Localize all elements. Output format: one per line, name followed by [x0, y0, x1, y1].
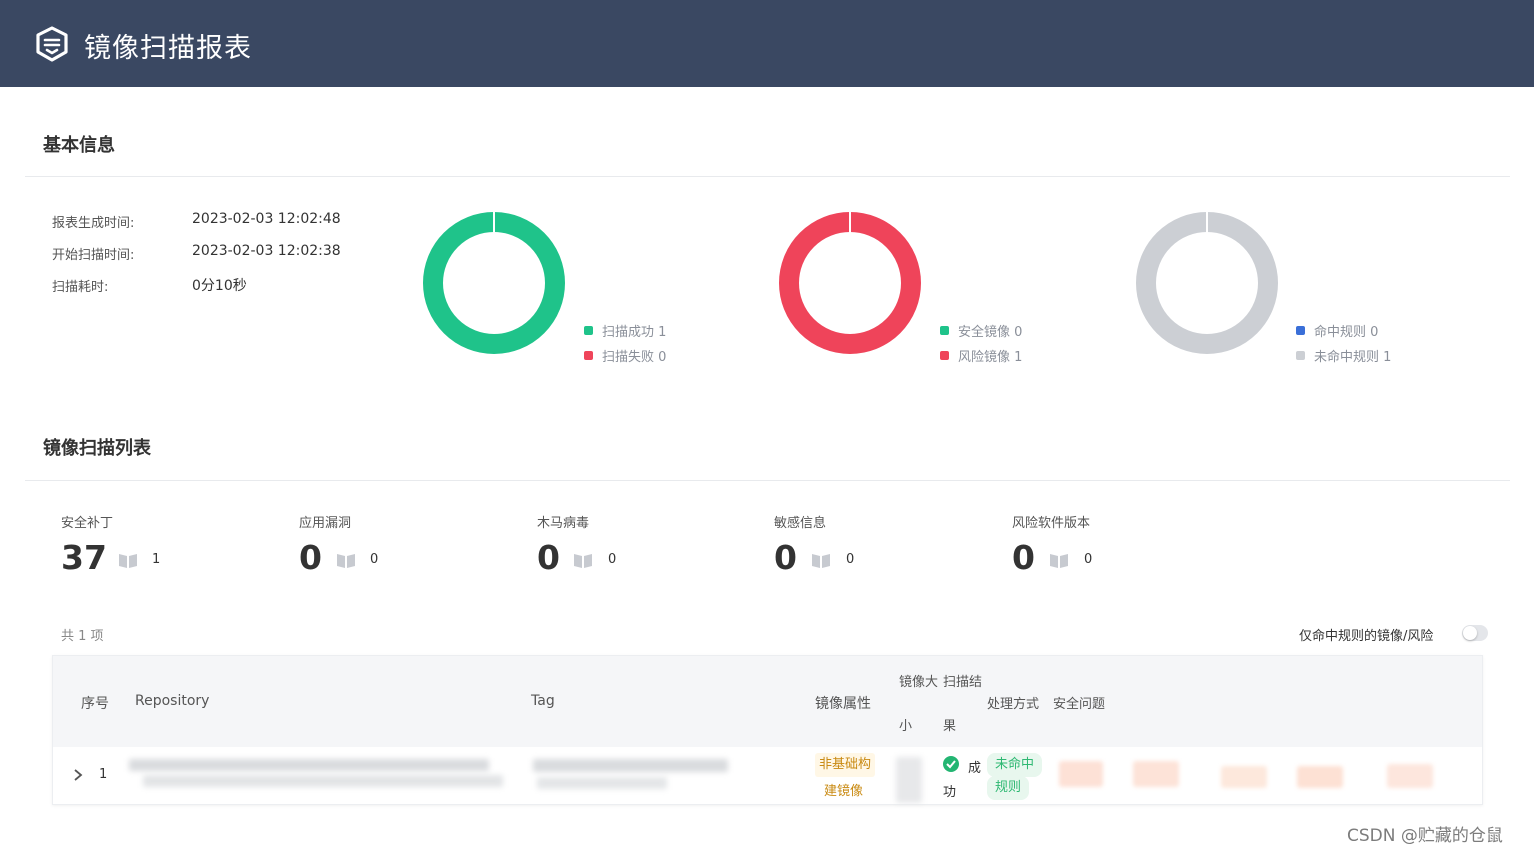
col-issues[interactable]: 安全问题	[1053, 693, 1105, 712]
redacted-issue-icon[interactable]	[1133, 761, 1179, 787]
col-index[interactable]: 序号	[81, 693, 109, 713]
stat-label-sensitive: 敏感信息	[774, 516, 827, 531]
legend-rule-miss[interactable]: 未命中规则 1	[1296, 346, 1391, 365]
col-size-line1[interactable]: 镜像大	[899, 671, 938, 690]
scan-duration-value: 0分10秒	[192, 278, 247, 294]
book-icon	[1050, 554, 1068, 568]
book-icon	[574, 554, 592, 568]
redacted-tag	[533, 759, 728, 772]
col-repository[interactable]: Repository	[135, 693, 209, 709]
legend-dot-green	[584, 326, 593, 335]
scan-start-value: 2023-02-03 12:02:38	[192, 243, 341, 259]
image-safety-donut[interactable]	[778, 211, 922, 355]
stat-sub-trojan: 0	[608, 552, 617, 567]
redacted-issue-icon[interactable]	[1221, 766, 1267, 788]
legend-rule-hit[interactable]: 命中规则 0	[1296, 321, 1378, 340]
stat-value-vuln: 0	[299, 538, 322, 577]
legend-dot-green	[940, 326, 949, 335]
scan-status-donut[interactable]	[422, 211, 566, 355]
table-header: 序号 Repository Tag 镜像属性 镜像大 小 扫描结 果 处理方式 …	[53, 656, 1482, 747]
col-result-line2[interactable]: 果	[943, 715, 956, 734]
section-divider	[25, 480, 1510, 481]
stat-sub-patch: 1	[152, 552, 161, 567]
legend-scan-success[interactable]: 扫描成功 1	[584, 321, 666, 340]
scan-list-title: 镜像扫描列表	[43, 438, 151, 459]
handling-badge-line2: 规则	[987, 776, 1030, 800]
scan-duration-label: 扫描耗时:	[52, 280, 109, 295]
image-safety-ring	[779, 212, 921, 354]
report-time-label: 报表生成时间:	[52, 216, 135, 231]
handling-badge-line1: 未命中	[987, 753, 1043, 777]
scan-start-label: 开始扫描时间:	[52, 248, 135, 263]
legend-risk-image[interactable]: 风险镜像 1	[940, 346, 1022, 365]
redacted-issue-icon[interactable]	[1387, 764, 1433, 788]
legend-dot-gray	[1296, 351, 1305, 360]
stat-sub-vuln: 0	[370, 552, 379, 567]
legend-dot-red	[940, 351, 949, 360]
stat-label-vuln: 应用漏洞	[299, 516, 352, 531]
stat-label-risky-software: 风险软件版本	[1012, 516, 1091, 531]
redacted-issue-icon[interactable]	[1297, 766, 1343, 788]
stat-value-patch: 37	[61, 538, 107, 577]
redacted-tag	[537, 777, 667, 789]
rule-hit-donut[interactable]	[1135, 211, 1279, 355]
shield-logo-icon	[36, 26, 68, 62]
redacted-size	[896, 757, 922, 803]
col-result-line1[interactable]: 扫描结	[943, 671, 982, 690]
stat-sub-sensitive: 0	[846, 552, 855, 567]
legend-dot-red	[584, 351, 593, 360]
legend-label: 命中规则 0	[1314, 325, 1379, 340]
attribute-badge-line1: 非基础构	[815, 753, 876, 777]
redacted-repository	[129, 759, 489, 771]
legend-label: 安全镜像 0	[958, 325, 1023, 340]
legend-label: 扫描成功 1	[602, 325, 667, 340]
stat-value-trojan: 0	[537, 538, 560, 577]
attribute-badge-line2: 建镜像	[824, 784, 864, 799]
col-handling[interactable]: 处理方式	[987, 693, 1039, 712]
watermark: CSDN @贮藏的仓鼠	[1347, 826, 1503, 846]
result-line2: 功	[943, 785, 957, 800]
book-icon	[812, 554, 830, 568]
stat-value-sensitive: 0	[774, 538, 797, 577]
chevron-right-icon[interactable]	[73, 769, 83, 781]
stat-label-patch: 安全补丁	[61, 516, 114, 531]
col-size-line2[interactable]: 小	[899, 715, 912, 734]
redacted-repository	[143, 775, 503, 787]
book-icon	[337, 554, 355, 568]
book-icon	[119, 554, 137, 568]
basic-info-title: 基本信息	[43, 135, 115, 156]
rule-hit-ring	[1136, 212, 1278, 354]
legend-scan-fail[interactable]: 扫描失败 0	[584, 346, 666, 365]
page-title: 镜像扫描报表	[84, 33, 252, 64]
report-time-value: 2023-02-03 12:02:48	[192, 211, 341, 227]
legend-label: 风险镜像 1	[958, 350, 1023, 365]
scan-table: 序号 Repository Tag 镜像属性 镜像大 小 扫描结 果 处理方式 …	[52, 655, 1483, 805]
col-tag[interactable]: Tag	[531, 693, 555, 709]
stat-value-risky-software: 0	[1012, 538, 1035, 577]
redacted-issue-icon[interactable]	[1059, 761, 1103, 787]
section-divider	[25, 176, 1510, 177]
legend-safe-image[interactable]: 安全镜像 0	[940, 321, 1022, 340]
total-count: 共 1 项	[61, 629, 104, 644]
top-header-bar: 镜像扫描报表	[0, 0, 1534, 87]
stat-sub-risky-software: 0	[1084, 552, 1093, 567]
legend-label: 扫描失败 0	[602, 350, 667, 365]
stat-label-trojan: 木马病毒	[537, 516, 590, 531]
success-check-icon	[943, 756, 959, 772]
legend-label: 未命中规则 1	[1314, 350, 1392, 365]
filter-toggle-label: 仅命中规则的镜像/风险	[1299, 629, 1434, 644]
col-attribute[interactable]: 镜像属性	[815, 693, 871, 713]
filter-toggle-switch[interactable]	[1462, 625, 1488, 641]
toggle-knob	[1463, 626, 1477, 640]
row-index: 1	[99, 767, 108, 782]
legend-dot-blue	[1296, 326, 1305, 335]
result-line1: 成	[968, 761, 982, 776]
scan-status-ring	[423, 212, 565, 354]
